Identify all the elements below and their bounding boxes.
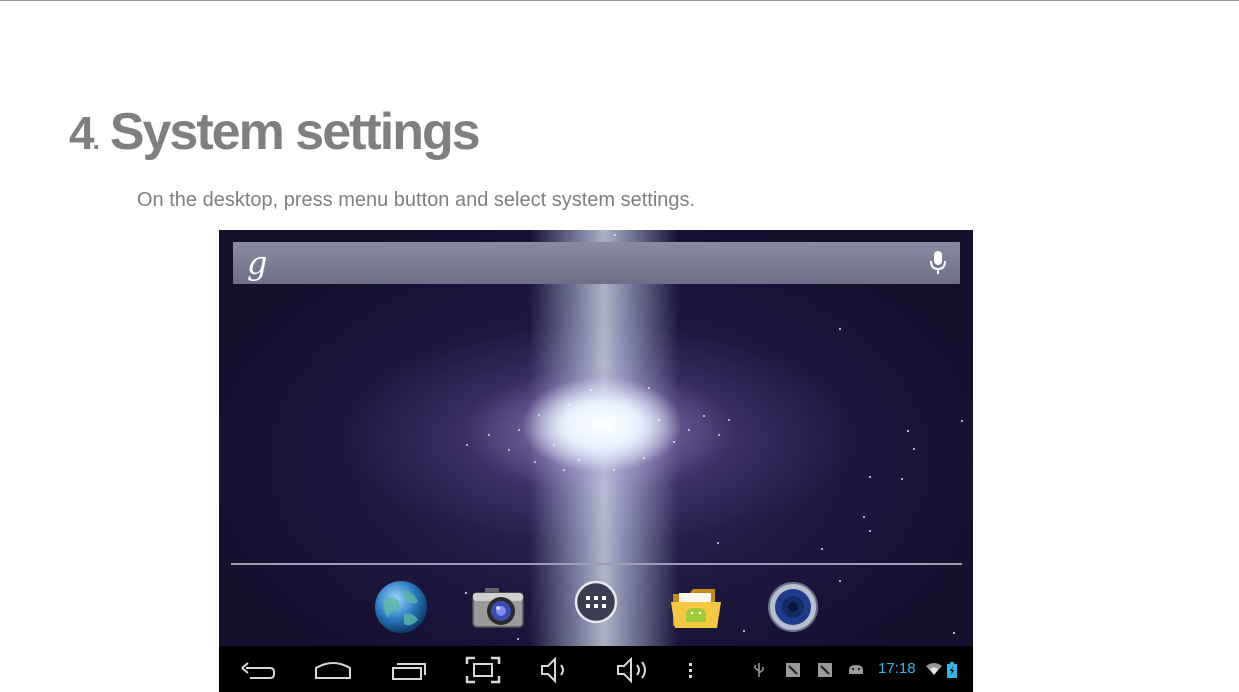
battery-icon (947, 662, 957, 678)
android-debug-icon[interactable] (847, 662, 865, 676)
status-clock: 17:18 (878, 660, 916, 677)
instruction-text: On the desktop, press menu button and se… (137, 189, 696, 211)
volume-down-icon[interactable] (537, 656, 577, 684)
section-heading: 4. System settings (69, 100, 481, 172)
dock-divider (231, 563, 962, 565)
recent-apps-icon[interactable] (389, 656, 429, 684)
mic-icon[interactable] (928, 250, 948, 276)
home-icon[interactable] (313, 656, 353, 684)
tablet-home-screen: g 17:18 (219, 230, 973, 692)
google-logo: g (247, 244, 268, 282)
system-navigation-bar: 17:18 (219, 646, 973, 692)
notification-icon[interactable] (785, 662, 801, 678)
browser-globe-icon[interactable] (374, 580, 428, 634)
section-number-dot: . (92, 125, 100, 155)
wifi-icon (926, 663, 942, 675)
music-speaker-icon[interactable] (766, 580, 820, 634)
google-search-bar[interactable]: g (233, 242, 960, 284)
back-icon[interactable] (238, 656, 278, 684)
camera-icon[interactable] (471, 580, 525, 634)
section-title: System settings (109, 103, 481, 161)
volume-up-icon[interactable] (613, 656, 653, 684)
file-manager-icon[interactable] (669, 580, 723, 634)
section-number: 4 (69, 107, 95, 159)
notification-icon[interactable] (817, 662, 833, 678)
menu-icon[interactable] (671, 656, 711, 684)
screenshot-icon[interactable] (463, 656, 503, 684)
top-rule (0, 0, 1239, 1)
all-apps-icon[interactable] (569, 580, 623, 634)
usb-icon (754, 663, 764, 677)
